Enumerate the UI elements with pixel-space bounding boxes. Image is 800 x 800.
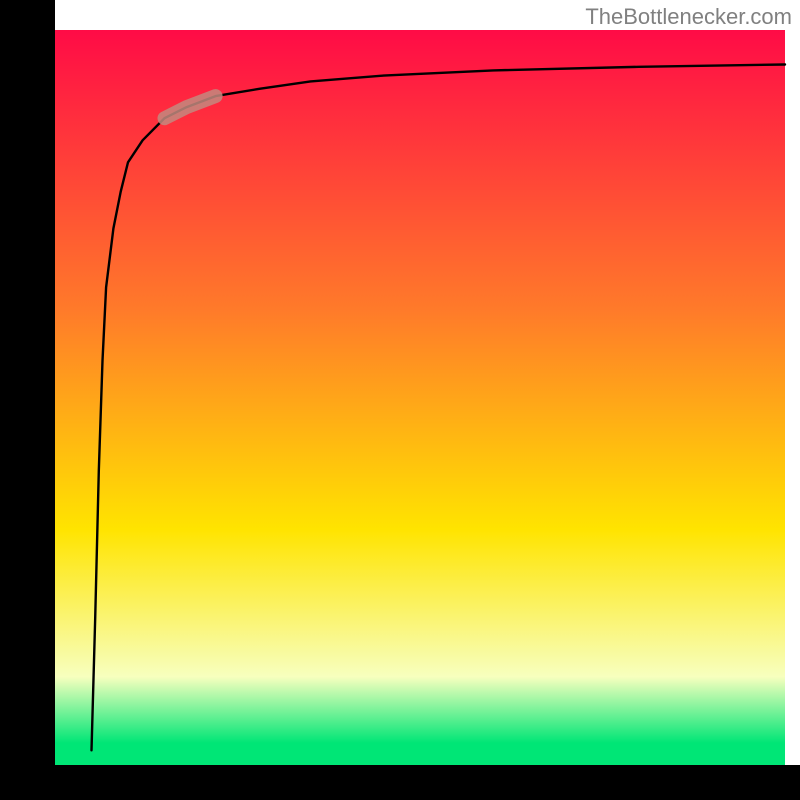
x-axis-bar <box>0 765 800 800</box>
plot-background <box>55 30 785 765</box>
chart-canvas <box>0 0 800 800</box>
chart-svg <box>0 0 800 800</box>
y-axis-bar <box>0 0 55 800</box>
chart-stage: TheBottlenecker.com <box>0 0 800 800</box>
watermark-text: TheBottlenecker.com <box>585 4 792 30</box>
